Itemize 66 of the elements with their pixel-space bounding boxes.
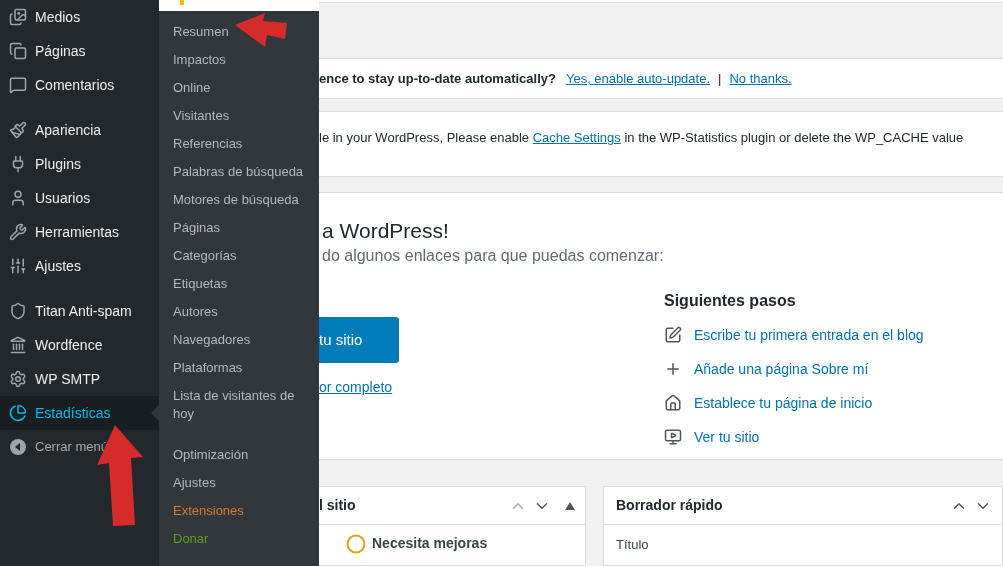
submenu-item[interactable]: Visitantes bbox=[173, 102, 311, 130]
submenu-item[interactable]: Motores de búsqueda bbox=[173, 186, 311, 214]
sidebar-item[interactable]: Herramientas bbox=[0, 215, 159, 249]
no-thanks-link[interactable]: No thanks. bbox=[729, 69, 792, 89]
pencil-square-icon bbox=[664, 326, 682, 345]
status-ring-icon bbox=[346, 533, 366, 554]
annotation-arrow bbox=[235, 13, 288, 48]
paintbrush-icon bbox=[9, 121, 27, 139]
sidebar-item[interactable]: Medios bbox=[0, 0, 159, 34]
widget-title: l sitio bbox=[319, 496, 356, 515]
submenu-item[interactable]: Referencias bbox=[173, 130, 311, 158]
sidebar-item[interactable]: Estadísticas bbox=[0, 396, 159, 430]
collapse-triangle-icon[interactable] bbox=[565, 501, 575, 510]
pie-chart-icon bbox=[9, 404, 27, 422]
wrench-icon bbox=[9, 223, 27, 241]
enable-autoupdate-link[interactable]: Yes, enable auto-update. bbox=[565, 69, 711, 89]
user-icon bbox=[9, 189, 27, 207]
submenu-item[interactable]: Páginas bbox=[173, 214, 311, 242]
submenu-item[interactable]: Optimización bbox=[173, 441, 311, 469]
sidebar-item[interactable]: Apariencia bbox=[0, 113, 159, 147]
submenu-item[interactable]: Lista de visitantes de hoy bbox=[173, 382, 311, 428]
submenu-item[interactable]: Donar bbox=[173, 525, 311, 553]
link-separator: | bbox=[718, 70, 722, 89]
sidebar-item[interactable]: Comentarios bbox=[0, 68, 159, 102]
submenu-item[interactable]: Impactos bbox=[173, 46, 311, 74]
sidebar-item[interactable]: Plugins bbox=[0, 147, 159, 181]
next-step-link[interactable]: Escribe tu primera entrada en el blog bbox=[694, 324, 924, 346]
next-step-link[interactable]: Establece tu página de inicio bbox=[694, 392, 873, 414]
shield-icon bbox=[9, 302, 27, 320]
submenu-item[interactable]: Categorías bbox=[173, 242, 311, 270]
submenu-item[interactable]: Resumen bbox=[173, 18, 311, 46]
submenu-item[interactable]: Ajustes bbox=[173, 469, 311, 497]
customize-site-button[interactable]: tu sitio bbox=[319, 317, 399, 364]
cache-settings-link[interactable]: Cache Settings bbox=[532, 129, 621, 145]
next-steps-heading: Siguientes pasos bbox=[664, 291, 797, 312]
submenu-item[interactable]: Extensiones bbox=[173, 497, 311, 525]
cache-notice-text: le in your WordPress, Please enable Cache Settings in the WP-Statistics plugin or delete the WP_CACHE value bbox=[319, 128, 965, 147]
sidebar-item[interactable]: Titan Anti-spam bbox=[0, 294, 159, 328]
submenu-item[interactable]: Autores bbox=[173, 298, 311, 326]
speech-bubble-icon bbox=[9, 76, 27, 94]
pages-icon bbox=[9, 42, 27, 60]
welcome-subtitle: do algunos enlaces para que puedas comenzar: bbox=[322, 246, 665, 267]
submenu-item[interactable]: Online bbox=[173, 74, 311, 102]
sidebar-item[interactable]: Ajustes bbox=[0, 249, 159, 283]
widget-title: Borrador rápido bbox=[616, 496, 723, 515]
next-step-link[interactable]: Añade una página Sobre mí bbox=[694, 358, 869, 380]
gear-icon bbox=[9, 370, 27, 388]
notice-text: ence to stay up-to-date automatically? bbox=[319, 70, 556, 89]
customize-link[interactable]: or completo bbox=[319, 377, 393, 399]
sidebar-item[interactable]: WP SMTP bbox=[0, 362, 159, 396]
submenu-item[interactable]: Etiquetas bbox=[173, 270, 311, 298]
welcome-title: a WordPress! bbox=[322, 218, 450, 245]
submenu-item[interactable]: Plataformas bbox=[173, 354, 311, 382]
sidebar-item[interactable]: Páginas bbox=[0, 34, 159, 68]
collapse-icon bbox=[9, 438, 27, 456]
sidebar-item[interactable]: Usuarios bbox=[0, 181, 159, 215]
next-step-link[interactable]: Ver tu sitio bbox=[694, 426, 760, 448]
house-icon bbox=[664, 394, 682, 413]
sliders-icon bbox=[9, 257, 27, 275]
field-label: Título bbox=[615, 536, 650, 554]
submenu-item[interactable]: Palabras de búsqueda bbox=[173, 158, 311, 186]
sidebar-item[interactable]: Wordfence bbox=[0, 328, 159, 362]
monitor-icon bbox=[664, 428, 682, 447]
health-status: Necesita mejoras bbox=[372, 534, 488, 553]
submenu-item[interactable]: Navegadores bbox=[173, 326, 311, 354]
images-icon bbox=[9, 8, 27, 26]
